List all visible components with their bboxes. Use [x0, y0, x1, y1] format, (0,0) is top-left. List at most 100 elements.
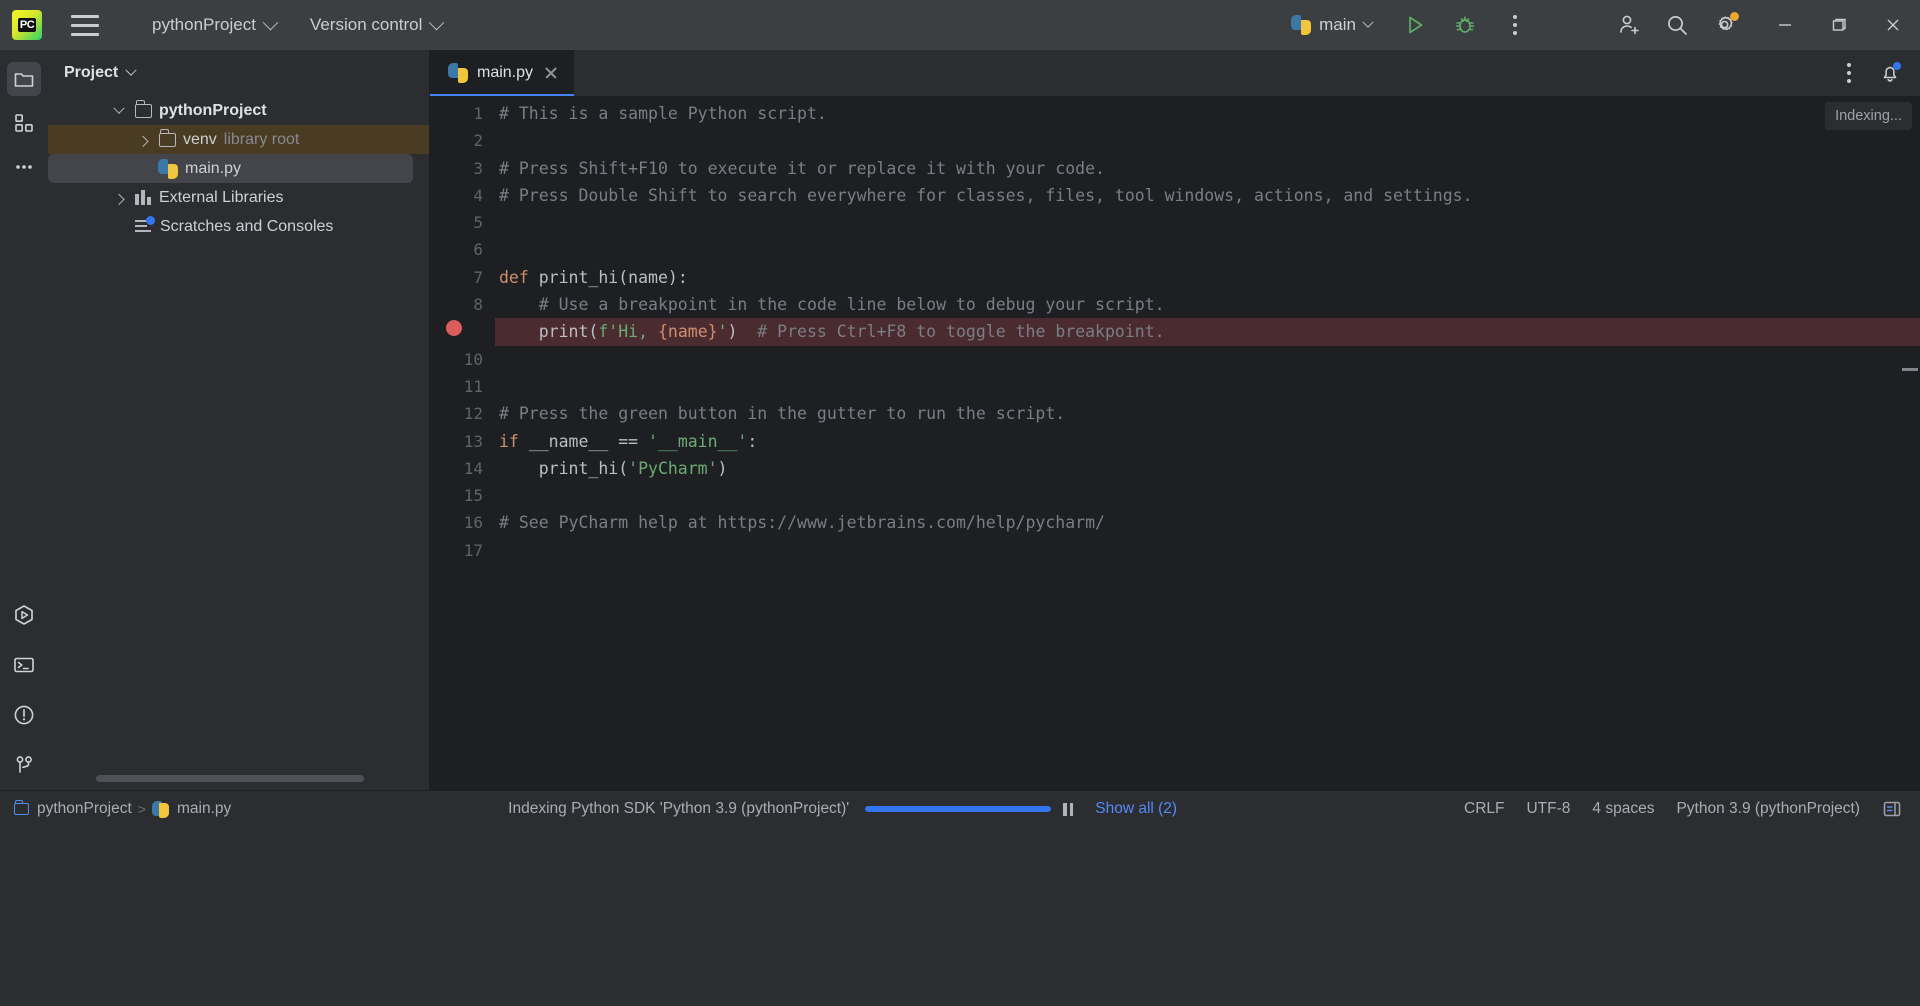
python-file-icon	[448, 63, 468, 83]
code-line: # Press Double Shift to search everywher…	[499, 185, 1473, 205]
pause-indexing-button[interactable]	[1057, 798, 1079, 820]
encoding-selector[interactable]: UTF-8	[1516, 794, 1580, 824]
interpreter-selector[interactable]: Python 3.9 (pythonProject)	[1666, 794, 1870, 824]
code-content[interactable]: # This is a sample Python script. # Pres…	[495, 96, 1920, 790]
branch-icon	[16, 756, 32, 773]
add-user-icon	[1620, 15, 1639, 35]
chevron-down-icon	[1362, 16, 1374, 28]
notifications-button[interactable]	[1870, 53, 1910, 93]
layout-button[interactable]	[1872, 794, 1912, 824]
sidebar-item-problems[interactable]	[7, 698, 41, 732]
hamburger-menu-icon[interactable]	[66, 8, 104, 42]
folder-icon	[135, 100, 152, 118]
breakpoint-marker[interactable]	[446, 320, 462, 336]
maximize-button[interactable]	[1812, 0, 1866, 50]
show-all-processes-link[interactable]: Show all (2)	[1085, 794, 1187, 824]
line-number: 14	[463, 458, 483, 478]
code-line: # Use a breakpoint in the code line belo…	[499, 295, 1165, 315]
add-user-button[interactable]	[1608, 4, 1650, 46]
warning-circle-icon	[14, 705, 34, 725]
line-number: 17	[463, 540, 483, 560]
line-number: 10	[463, 349, 483, 369]
project-tool-window: Project pythonProject venv library root …	[48, 50, 430, 790]
project-panel-header[interactable]: Project	[48, 50, 429, 96]
notification-badge	[1893, 62, 1901, 70]
hamburger-bar	[71, 23, 99, 27]
indexing-progress-fill	[865, 806, 1052, 812]
tree-item-venv[interactable]: venv library root	[48, 125, 429, 154]
chevron-right-icon[interactable]	[110, 193, 128, 205]
tree-item-main-py[interactable]: main.py	[48, 154, 413, 183]
title-bar: PC pythonProject Version control main	[0, 0, 1920, 50]
line-number: 5	[473, 213, 483, 233]
code-line: print_hi('PyCharm')	[499, 458, 728, 478]
close-button[interactable]	[1866, 0, 1920, 50]
sidebar-item-more[interactable]	[7, 150, 41, 184]
tree-item-scratches-and-consoles[interactable]: Scratches and Consoles	[48, 212, 429, 241]
breadcrumb: pythonProject > main.py	[0, 800, 231, 818]
minimize-button[interactable]	[1758, 0, 1812, 50]
line-number: 2	[473, 131, 483, 151]
settings-button[interactable]	[1704, 4, 1746, 46]
code-editor[interactable]: 1 2 3 4 5 6 7 8 10 11 12 13 14 15 16 17 …	[430, 96, 1920, 790]
debug-button[interactable]	[1444, 4, 1486, 46]
sidebar-item-project[interactable]	[7, 62, 41, 96]
tree-item-pythonproject[interactable]: pythonProject	[48, 96, 429, 125]
chevron-right-icon[interactable]	[134, 135, 152, 147]
line-number-breakpoint	[430, 318, 495, 345]
sidebar-item-run[interactable]	[7, 598, 41, 632]
sidebar-item-version-control[interactable]	[7, 748, 41, 782]
project-panel-title: Project	[64, 64, 119, 81]
indexing-status-chip: Indexing...	[1825, 102, 1912, 130]
tab-main-py[interactable]: main.py	[430, 50, 575, 96]
grid-squares-icon	[15, 114, 33, 132]
tree-item-suffix: library root	[223, 130, 300, 148]
line-number: 12	[463, 404, 483, 424]
more-actions-button[interactable]	[1494, 4, 1536, 46]
tool-window-rail-bottom	[7, 582, 41, 790]
chevron-down-icon	[262, 14, 279, 30]
indent-selector[interactable]: 4 spaces	[1582, 794, 1664, 824]
editor-options-button[interactable]	[1828, 52, 1870, 94]
more-vertical-icon	[1847, 63, 1851, 83]
editor-gutter[interactable]: 1 2 3 4 5 6 7 8 10 11 12 13 14 15 16 17	[430, 96, 495, 790]
breadcrumb-item-project[interactable]: pythonProject	[14, 800, 132, 818]
project-name-menu[interactable]: pythonProject	[142, 8, 286, 42]
line-number: 4	[473, 185, 483, 205]
search-button[interactable]	[1656, 4, 1698, 46]
tab-label: main.py	[477, 64, 534, 81]
editor-scroll-marker[interactable]	[1902, 368, 1918, 371]
sidebar-item-structure[interactable]	[7, 106, 41, 140]
tree-item-label: Scratches and Consoles	[160, 217, 334, 235]
python-file-icon	[1291, 15, 1312, 35]
breadcrumb-item-file[interactable]: main.py	[151, 800, 231, 818]
line-number: 13	[463, 431, 483, 451]
tree-item-label: External Libraries	[159, 188, 284, 206]
library-icon	[135, 190, 152, 205]
line-number: 15	[463, 486, 483, 506]
code-line: if __name__ == '__main__':	[499, 431, 758, 451]
code-line: # This is a sample Python script.	[499, 104, 827, 123]
tree-item-external-libraries[interactable]: External Libraries	[48, 183, 429, 212]
sidebar-item-terminal[interactable]	[7, 648, 41, 682]
hexagon-play-icon	[15, 605, 33, 625]
run-configuration-selector[interactable]: main	[1283, 8, 1380, 42]
layout-icon	[1883, 801, 1901, 817]
line-separator-selector[interactable]: CRLF	[1454, 794, 1514, 824]
run-configuration-label: main	[1319, 15, 1356, 34]
line-number: 11	[463, 376, 483, 396]
version-control-menu[interactable]: Version control	[300, 8, 452, 42]
chevron-down-icon[interactable]	[110, 102, 128, 115]
pause-icon-bar	[1063, 802, 1067, 816]
close-icon[interactable]	[542, 64, 560, 82]
run-button[interactable]	[1394, 4, 1436, 46]
chevron-down-icon	[125, 64, 137, 76]
project-panel-horizontal-scrollbar[interactable]	[96, 775, 364, 782]
pycharm-logo: PC	[12, 10, 42, 40]
